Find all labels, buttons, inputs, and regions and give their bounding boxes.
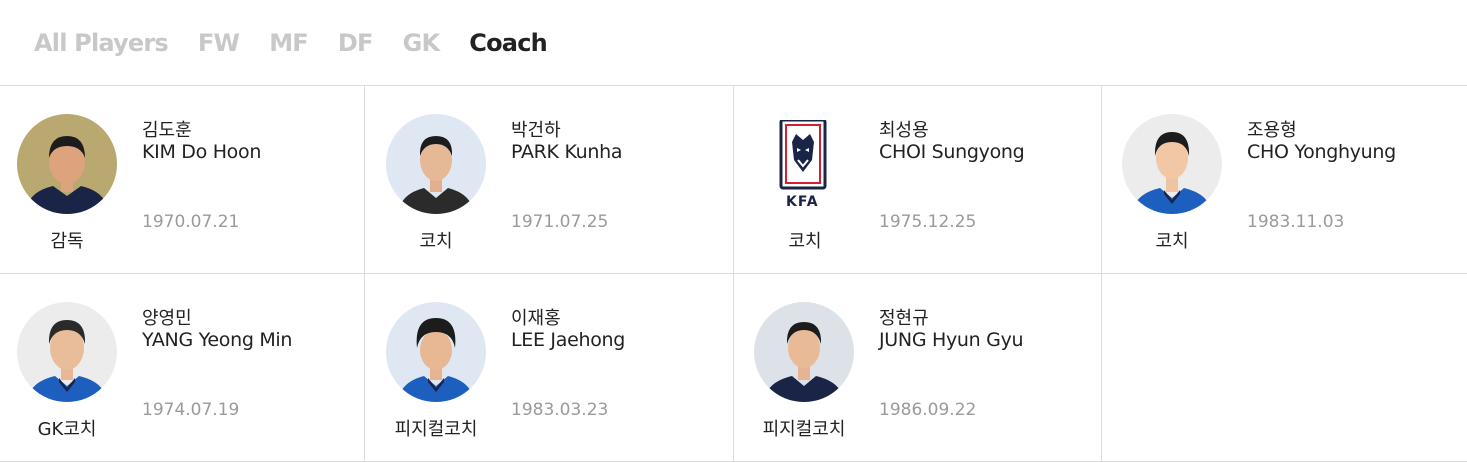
- position-tabs: All Players FW MF DF GK Coach: [0, 0, 1467, 86]
- coach-photo: [386, 114, 486, 214]
- coach-name-ko: 최성용: [879, 120, 929, 141]
- coach-card[interactable]: KFA 코치 최성용 CHOI Sungyong 1975.12.25: [734, 86, 1102, 274]
- tab-coach[interactable]: Coach: [469, 29, 547, 57]
- tab-all-players[interactable]: All Players: [34, 29, 169, 57]
- coach-birthdate: 1983.03.23: [511, 400, 609, 420]
- coach-birthdate: 1971.07.25: [511, 212, 609, 232]
- kfa-logo-text: KFA: [786, 194, 819, 210]
- coach-name-en: JUNG Hyun Gyu: [879, 329, 1024, 351]
- tab-mf[interactable]: MF: [269, 29, 308, 57]
- coach-name-en: CHOI Sungyong: [879, 141, 1025, 163]
- coach-name-en: PARK Kunha: [511, 141, 623, 163]
- coach-birthdate: 1970.07.21: [142, 212, 240, 232]
- coach-card[interactable]: 코치 박건하 PARK Kunha 1971.07.25: [365, 86, 734, 274]
- coach-name-ko: 조용형: [1247, 120, 1297, 141]
- tab-fw[interactable]: FW: [198, 29, 240, 57]
- coach-card[interactable]: 피지컬코치 정현규 JUNG Hyun Gyu 1986.09.22: [734, 274, 1102, 462]
- coach-birthdate: 1975.12.25: [879, 212, 977, 232]
- coach-role: GK코치: [37, 419, 97, 440]
- coach-name-ko: 김도훈: [142, 120, 192, 141]
- tab-df[interactable]: DF: [338, 29, 374, 57]
- coach-card[interactable]: 감독 김도훈 KIM Do Hoon 1970.07.21: [0, 86, 365, 274]
- coach-name-ko: 정현규: [879, 308, 929, 329]
- empty-card: [1102, 274, 1467, 462]
- coach-birthdate: 1986.09.22: [879, 400, 977, 420]
- coach-role: 피지컬코치: [762, 419, 846, 440]
- coach-birthdate: 1983.11.03: [1247, 212, 1345, 232]
- coach-name-en: KIM Do Hoon: [142, 141, 262, 163]
- coach-name-en: YANG Yeong Min: [142, 329, 293, 351]
- coach-photo: [17, 302, 117, 402]
- coach-role: 코치: [788, 231, 822, 252]
- coach-role: 코치: [1155, 231, 1189, 252]
- coach-photo: [386, 302, 486, 402]
- coach-birthdate: 1974.07.19: [142, 400, 240, 420]
- coach-role: 피지컬코치: [394, 419, 478, 440]
- coach-role: 감독: [50, 231, 84, 252]
- coach-card[interactable]: GK코치 양영민 YANG Yeong Min 1974.07.19: [0, 274, 365, 462]
- coach-name-en: CHO Yonghyung: [1247, 141, 1396, 163]
- coach-photo: [17, 114, 117, 214]
- tab-gk[interactable]: GK: [403, 29, 440, 57]
- coach-name-ko: 박건하: [511, 120, 561, 141]
- coach-role: 코치: [419, 231, 453, 252]
- coach-name-ko: 이재홍: [511, 308, 561, 329]
- coach-name-en: LEE Jaehong: [511, 329, 626, 351]
- coach-card[interactable]: 코치 조용형 CHO Yonghyung 1983.11.03: [1102, 86, 1467, 274]
- coach-card[interactable]: 피지컬코치 이재홍 LEE Jaehong 1983.03.23: [365, 274, 734, 462]
- coach-grid: 감독 김도훈 KIM Do Hoon 1970.07.21 코치 박건하 PAR…: [0, 86, 1467, 462]
- coach-photo: [754, 302, 854, 402]
- coach-photo: [1122, 114, 1222, 214]
- coach-name-ko: 양영민: [142, 308, 192, 329]
